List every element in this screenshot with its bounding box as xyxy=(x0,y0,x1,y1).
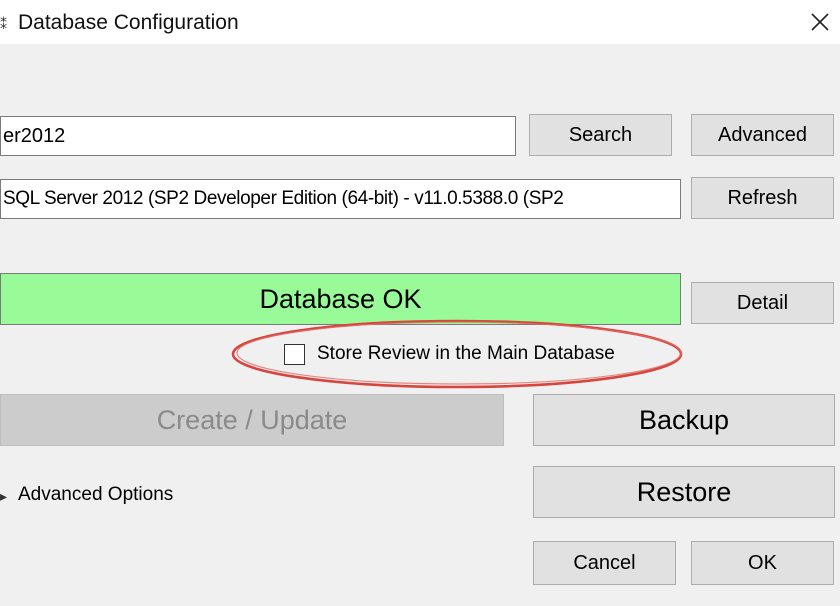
detail-button[interactable]: Detail xyxy=(691,282,834,324)
close-button[interactable] xyxy=(800,0,840,44)
window-title: Database Configuration xyxy=(18,11,239,34)
backup-button[interactable]: Backup xyxy=(533,394,835,446)
store-review-label: Store Review in the Main Database xyxy=(317,343,615,364)
title-bar: ⁑ Database Configuration xyxy=(0,0,840,44)
advanced-options-toggle[interactable]: ▸ Advanced Options xyxy=(0,482,173,508)
expand-arrow-icon: ▸ xyxy=(0,488,8,502)
restore-button[interactable]: Restore xyxy=(533,466,835,518)
sql-version-field: SQL Server 2012 (SP2 Developer Edition (… xyxy=(0,179,681,219)
server-name-input[interactable]: er2012 xyxy=(0,116,516,156)
advanced-options-label: Advanced Options xyxy=(18,484,174,505)
database-configuration-window: ⁑ Database Configuration er2012 Search A… xyxy=(0,0,840,606)
cancel-button[interactable]: Cancel xyxy=(533,541,676,585)
database-status-bar: Database OK xyxy=(0,273,681,325)
refresh-button[interactable]: Refresh xyxy=(691,177,834,219)
close-icon xyxy=(811,13,829,31)
store-review-checkbox-row[interactable]: Store Review in the Main Database xyxy=(284,340,615,368)
advanced-button[interactable]: Advanced xyxy=(691,114,834,156)
create-update-button[interactable]: Create / Update xyxy=(0,394,504,446)
ok-button[interactable]: OK xyxy=(691,541,834,585)
store-review-checkbox[interactable] xyxy=(284,343,305,365)
app-icon: ⁑ xyxy=(0,16,7,32)
search-button[interactable]: Search xyxy=(529,114,672,156)
